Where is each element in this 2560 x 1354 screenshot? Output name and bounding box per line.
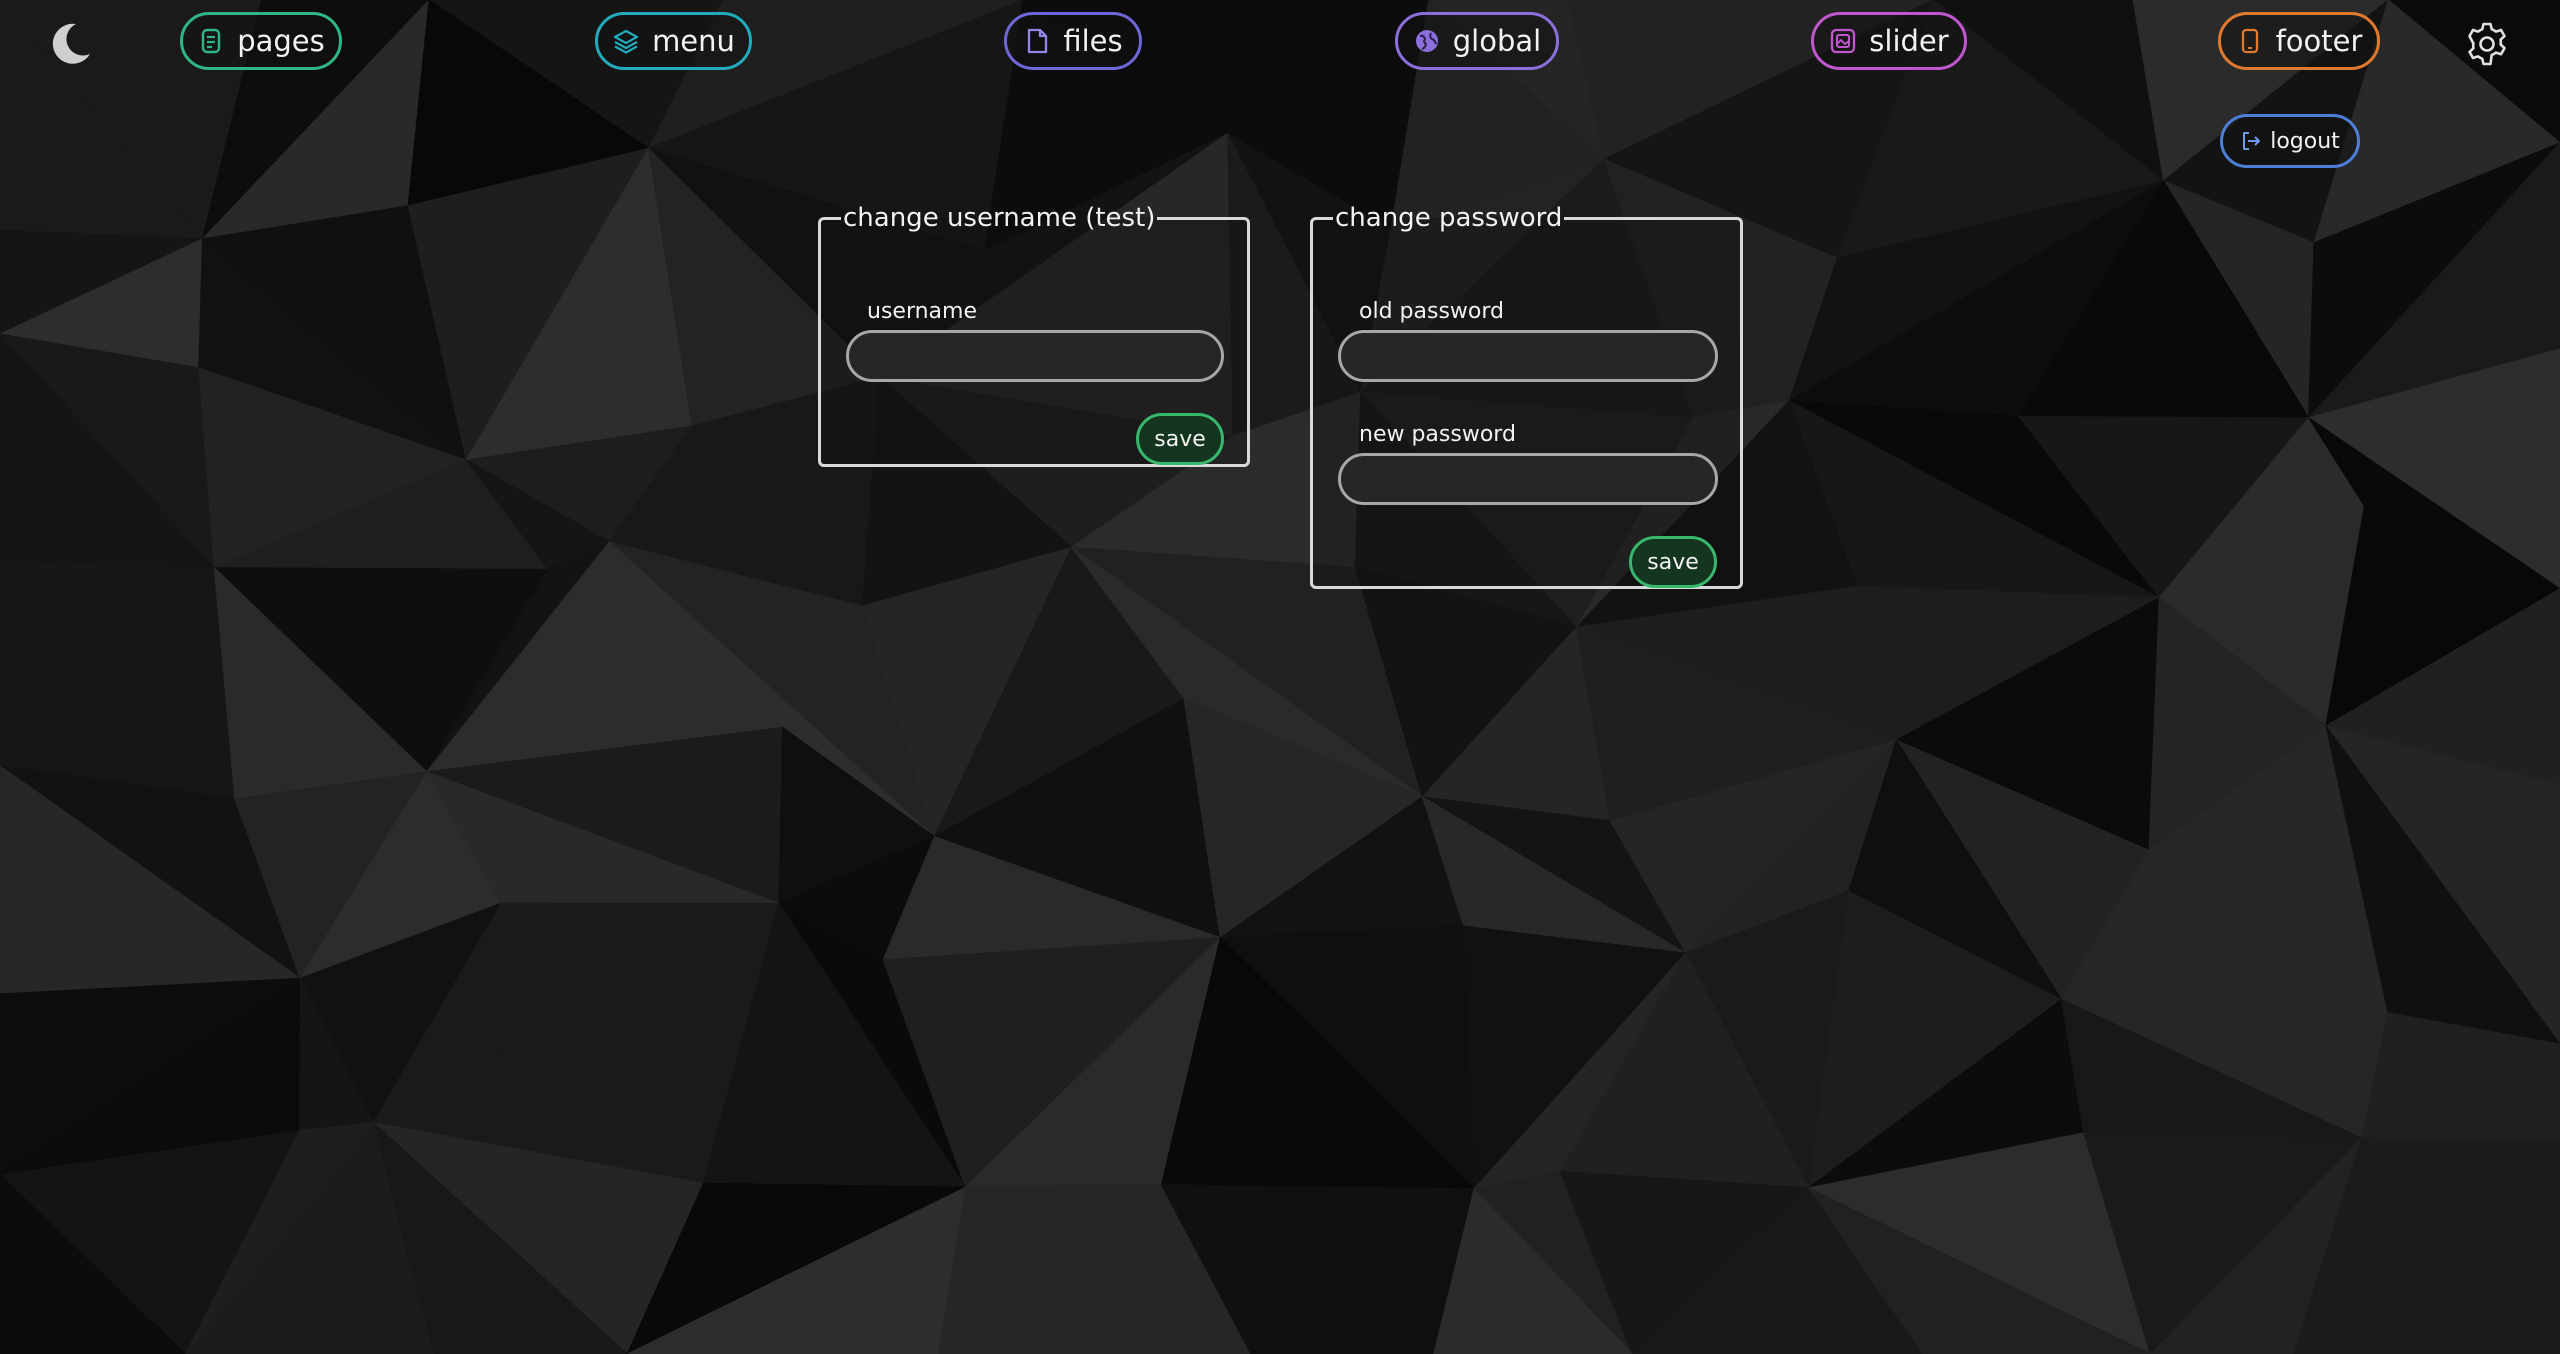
image-frame-icon xyxy=(1829,27,1857,55)
app-root: pages menu files global slider footer lo… xyxy=(0,0,2560,1354)
layers-icon xyxy=(612,27,640,55)
logout-label: logout xyxy=(2270,128,2340,154)
nav-menu-button[interactable]: menu xyxy=(595,12,752,70)
change-username-legend: change username (test) xyxy=(843,203,1156,233)
save-username-button[interactable]: save xyxy=(1136,413,1224,465)
change-username-panel: change username (test) username save xyxy=(818,203,1250,467)
logout-icon xyxy=(2243,132,2261,150)
logout-button[interactable]: logout xyxy=(2220,114,2360,168)
change-password-legend: change password xyxy=(1335,203,1563,233)
nav-files-label: files xyxy=(1063,24,1123,58)
gear-icon[interactable] xyxy=(2463,20,2511,68)
file-icon xyxy=(1023,27,1051,55)
username-input[interactable] xyxy=(846,330,1224,382)
nav-footer-label: footer xyxy=(2275,24,2363,58)
document-icon xyxy=(197,27,225,55)
new-password-label: new password xyxy=(1359,422,1516,447)
nav-pages-label: pages xyxy=(237,24,325,58)
nav-global-button[interactable]: global xyxy=(1395,12,1559,70)
save-password-button[interactable]: save xyxy=(1629,536,1717,588)
change-password-panel: change password old password new passwor… xyxy=(1310,203,1743,589)
nav-footer-button[interactable]: footer xyxy=(2218,12,2380,70)
mobile-device-icon xyxy=(2236,27,2264,55)
globe-icon xyxy=(1413,27,1441,55)
old-password-label: old password xyxy=(1359,299,1504,324)
nav-menu-label: menu xyxy=(652,24,735,58)
nav-files-button[interactable]: files xyxy=(1004,12,1142,70)
nav-global-label: global xyxy=(1452,24,1542,58)
old-password-input[interactable] xyxy=(1338,330,1718,382)
nav-pages-button[interactable]: pages xyxy=(180,12,342,70)
new-password-input[interactable] xyxy=(1338,453,1718,505)
username-label: username xyxy=(867,299,977,324)
moon-icon[interactable] xyxy=(48,20,94,66)
nav-slider-label: slider xyxy=(1869,24,1949,58)
nav-slider-button[interactable]: slider xyxy=(1811,12,1967,70)
